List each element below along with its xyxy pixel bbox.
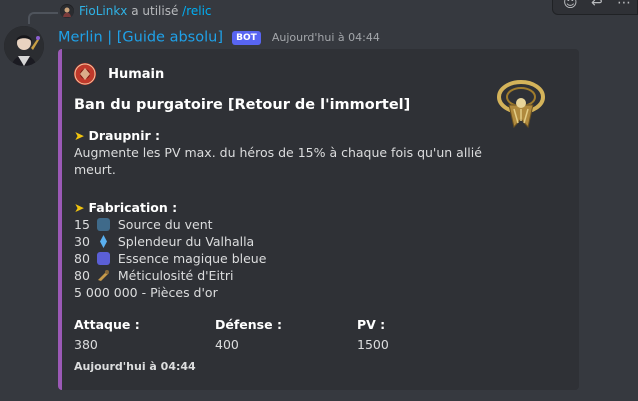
relic-image	[497, 80, 545, 129]
field-name: Défense :	[215, 317, 282, 332]
relic-thumbnail[interactable]	[492, 75, 550, 133]
field-value: 400	[215, 337, 239, 352]
field-value: 1500	[357, 337, 389, 352]
field-defense: Défense : 400	[215, 316, 282, 353]
material-name: Essence magique bleue	[117, 251, 267, 266]
material-row: 15 Source du vent	[74, 216, 266, 233]
reply-avatar[interactable]	[60, 4, 74, 18]
field-name: Attaque :	[74, 317, 140, 332]
arrow-icon: ➤	[74, 128, 85, 143]
material-name: Splendeur du Valhalla	[117, 234, 255, 249]
message-header: Merlin | [Guide absolu] BOT Aujourd'hui …	[58, 27, 380, 47]
wind-stone-icon	[96, 218, 110, 231]
material-qty: 30	[74, 234, 90, 249]
field-value: 380	[74, 337, 98, 352]
bot-badge: BOT	[232, 30, 261, 45]
draupnir-description-line-2: meurt.	[74, 162, 116, 177]
valhalla-crystal-icon	[97, 235, 110, 248]
material-qty: 80	[74, 268, 90, 283]
merlin-avatar-image	[4, 26, 44, 66]
reply-reference[interactable]: FioLinkx a utilisé /relic	[0, 0, 638, 24]
blue-magic-cube-icon	[96, 252, 110, 265]
reply-connector	[28, 12, 58, 24]
add-reaction-icon[interactable]: ☺	[563, 0, 578, 10]
embed-title: Ban du purgatoire [Retour de l'immortel]	[74, 97, 411, 113]
embed-author: Humain	[74, 63, 164, 87]
more-icon[interactable]: ⋯	[617, 0, 631, 10]
eitri-tool-icon	[97, 269, 110, 282]
reply-username[interactable]: FioLinkx	[79, 4, 127, 18]
fabrication-section: ➤ Fabrication : 15 Source du vent 30 Sple…	[74, 199, 266, 301]
reply-avatar-image	[60, 5, 74, 18]
reply-action: a utilisé	[131, 4, 179, 18]
field-name: PV :	[357, 317, 386, 332]
bot-avatar[interactable]	[4, 26, 44, 66]
human-faction-icon	[74, 63, 96, 85]
material-row: 80 Méticulosité d'Eitri	[74, 267, 266, 284]
draupnir-section: ➤ Draupnir : Augmente les PV max. du héro…	[74, 127, 482, 178]
reply-icon[interactable]: ↩	[591, 0, 603, 10]
arrow-icon: ➤	[74, 200, 85, 215]
material-name: Méticulosité d'Eitri	[117, 268, 234, 283]
bot-username[interactable]: Merlin | [Guide absolu]	[58, 30, 223, 46]
message-timestamp[interactable]: Aujourd'hui à 04:44	[272, 31, 380, 44]
draupnir-title: Draupnir :	[88, 128, 161, 143]
gold-cost: 5 000 000 - Pièces d'or	[74, 285, 218, 300]
fabrication-title: Fabrication :	[88, 200, 178, 215]
draupnir-description-line-1: Augmente les PV max. du héros de 15% à c…	[74, 145, 482, 160]
embed-footer: Aujourd'hui à 04:44	[74, 360, 196, 373]
field-hp: PV : 1500	[357, 316, 389, 353]
material-row: 80 Essence magique bleue	[74, 250, 266, 267]
material-qty: 15	[74, 217, 90, 232]
reply-text: FioLinkx a utilisé /relic	[79, 4, 212, 18]
material-row: 30 Splendeur du Valhalla	[74, 233, 266, 250]
reply-command[interactable]: /relic	[182, 4, 211, 18]
relic-embed: Humain Ban du purgatoire [Retour de l'im…	[58, 49, 579, 390]
field-attack: Attaque : 380	[74, 316, 140, 353]
material-name: Source du vent	[117, 217, 213, 232]
message-toolbar: ☺ ↩ ⋯	[552, 0, 638, 15]
embed-author-name: Humain	[108, 66, 165, 82]
material-qty: 80	[74, 251, 90, 266]
